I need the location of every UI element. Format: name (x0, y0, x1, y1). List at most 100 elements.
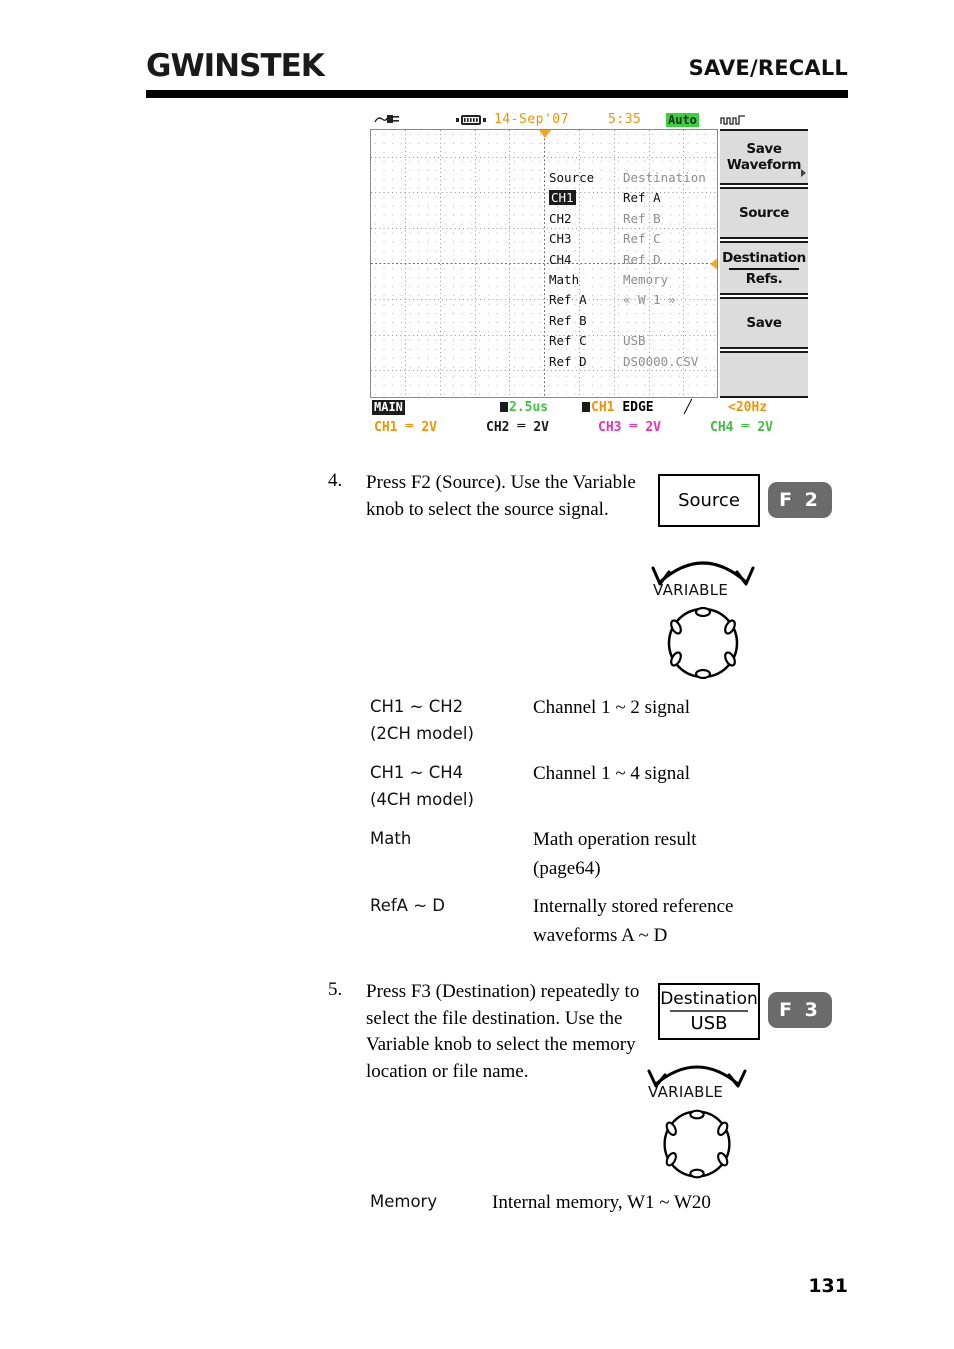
sd-row[interactable]: CH3 Ref C (549, 229, 717, 249)
trigger-swatch (582, 402, 590, 412)
source-option-term: RefA ~ D (370, 896, 445, 915)
step-5-number: 5. (328, 979, 343, 1000)
source-option-desc: Channel 1 ~ 2 signal (533, 697, 690, 718)
scope-waveform-grid: Source Destination CH1 Ref A CH2 Ref B C… (370, 129, 718, 398)
sd-destination-cell[interactable]: Ref D (623, 250, 717, 270)
step-4-number: 4. (328, 470, 343, 491)
status-trigger-type: EDGE (622, 400, 654, 415)
sd-destination-cell[interactable]: « W 1 » (623, 290, 717, 310)
status-channel-ch3: CH3 ═ 2V (598, 419, 661, 435)
sd-row[interactable]: CH2 Ref B (549, 209, 717, 229)
status-trigger-slope: ╱ (684, 400, 692, 415)
sd-source-cell[interactable]: CH4 (549, 250, 623, 270)
dc-coupling-icon: ═ (405, 419, 413, 434)
usb-device-icon (456, 115, 486, 125)
source-option-desc: Internally stored reference waveforms A … (533, 896, 734, 946)
status-channel-ch4: CH4 ═ 2V (710, 419, 773, 435)
sd-source-cell[interactable]: CH3 (549, 229, 623, 249)
sd-destination-cell[interactable]: Memory (623, 270, 717, 290)
sd-destination-cell[interactable]: Ref A (623, 188, 717, 208)
dc-coupling-icon: ═ (517, 419, 525, 434)
sd-row[interactable]: CH1 Ref A (549, 188, 717, 208)
scope-time: 5:35 (608, 112, 642, 127)
status-trigger: CH1 EDGE (582, 400, 654, 415)
sd-header-row: Source Destination (549, 168, 717, 188)
f3-key[interactable]: F 3 (768, 992, 832, 1028)
variable-label-step5: VARIABLE (648, 1083, 724, 1101)
sd-row[interactable]: Math Memory (549, 270, 717, 290)
source-option-term: CH1 ~ CH4 (4CH model) (370, 763, 474, 809)
softkey-empty[interactable] (720, 351, 808, 398)
sd-destination-cell[interactable]: USB (623, 331, 717, 351)
variable-knob-group-step5: VARIABLE (645, 1053, 755, 1183)
softkey-source[interactable]: Source (720, 187, 808, 239)
dc-coupling-icon: ═ (741, 419, 749, 434)
sd-source-cell[interactable]: Ref B (549, 311, 623, 331)
sd-source-cell[interactable]: Ref A (549, 290, 623, 310)
sd-destination-cell[interactable]: DS0000.CSV (623, 352, 717, 372)
status-trigger-coupling: <20Hz (728, 400, 768, 415)
sd-row[interactable]: Ref C USB (549, 331, 717, 351)
softkey-label: Save (746, 315, 782, 331)
variable-label-step4: VARIABLE (653, 581, 729, 599)
step-4-text: Press F2 (Source). Use the Variable knob… (366, 472, 636, 520)
sd-source-cell[interactable]: Ref C (549, 331, 623, 351)
sd-row[interactable]: Ref B (549, 311, 717, 331)
sd-source-cell[interactable]: Ref D (549, 352, 623, 372)
scope-trigger-mode-badge: Auto (666, 113, 699, 127)
status-timebase: 2.5us (500, 400, 548, 415)
destination-panel-button-label: Destination (660, 989, 758, 1009)
chevron-right-icon (801, 169, 806, 177)
source-option-desc: Channel 1 ~ 4 signal (533, 763, 690, 784)
sd-row[interactable]: Ref D DS0000.CSV (549, 352, 717, 372)
probe-icon (374, 115, 399, 123)
dc-coupling-icon: ═ (629, 419, 637, 434)
brand-logo-text: GWINSTEK (146, 48, 325, 84)
softkey-save-waveform[interactable]: Save Waveform (720, 129, 808, 185)
sd-source-cell[interactable]: CH1 (549, 188, 623, 208)
destination-option-desc: Internal memory, W1 ~ W20 (492, 1192, 711, 1213)
oscilloscope-screenshot: 14-Sep'07 5:35 Auto SAVE/REC Source (370, 112, 808, 437)
source-option-desc: Math operation result (page64) (533, 829, 697, 879)
source-panel-button[interactable]: Source (658, 474, 760, 527)
softkey-destination[interactable]: Destination Refs. (720, 241, 808, 295)
sd-destination-cell[interactable]: Ref B (623, 209, 717, 229)
chapter-title: SAVE/RECALL (688, 56, 848, 80)
variable-knob-icon[interactable] (657, 1108, 737, 1180)
source-panel-button-label: Source (678, 490, 740, 511)
sd-header-source: Source (549, 170, 595, 185)
f2-key[interactable]: F 2 (768, 482, 832, 518)
status-main-badge: MAIN (372, 400, 405, 415)
softkey-sublabel: Waveform (726, 157, 802, 173)
page-header: GWINSTEK SAVE/RECALL (146, 48, 848, 96)
variable-knob-icon[interactable] (661, 606, 745, 680)
trigger-position-marker (539, 130, 551, 138)
scope-softkey-menu: Save Waveform Source Destination Refs. S… (720, 129, 808, 398)
grid-line-h (371, 157, 717, 158)
sd-destination-cell[interactable]: Ref C (623, 229, 717, 249)
status-channel-ch2: CH2 ═ 2V (486, 419, 549, 435)
softkey-label: Destination (722, 249, 806, 266)
sd-row[interactable]: CH4 Ref D (549, 250, 717, 270)
status-trigger-source: CH1 (591, 400, 615, 415)
sd-source-cell[interactable]: CH2 (549, 209, 623, 229)
source-option-term: CH1 ~ CH2 (2CH model) (370, 697, 474, 743)
softkey-label: Save (746, 141, 782, 157)
destination-panel-button[interactable]: Destination USB (658, 983, 760, 1040)
sd-row[interactable]: Ref A « W 1 » (549, 290, 717, 310)
timebase-swatch (500, 402, 508, 412)
step-5-text: Press F3 (Destination) repeatedly to sel… (366, 981, 640, 1082)
scope-bottom-status-bar: MAIN 2.5us CH1 EDGE ╱ <20Hz CH1 ═ 2V CH2 … (370, 400, 808, 438)
f3-key-label: F 3 (779, 999, 821, 1021)
source-destination-panel: Source Destination CH1 Ref A CH2 Ref B C… (549, 168, 717, 372)
variable-knob-group-step4: VARIABLE (648, 548, 758, 680)
scope-date: 14-Sep'07 (494, 112, 569, 127)
sd-source-cell[interactable]: Math (549, 270, 623, 290)
status-channel-ch1: CH1 ═ 2V (374, 419, 437, 435)
sd-header-destination: Destination (623, 170, 706, 185)
brand-logo: GWINSTEK (146, 48, 325, 84)
page-number: 131 (808, 1275, 848, 1297)
scope-top-status-bar: 14-Sep'07 5:35 Auto SAVE/REC (370, 112, 808, 131)
destination-panel-button-sublabel: USB (670, 1010, 748, 1034)
softkey-save[interactable]: Save (720, 297, 808, 349)
